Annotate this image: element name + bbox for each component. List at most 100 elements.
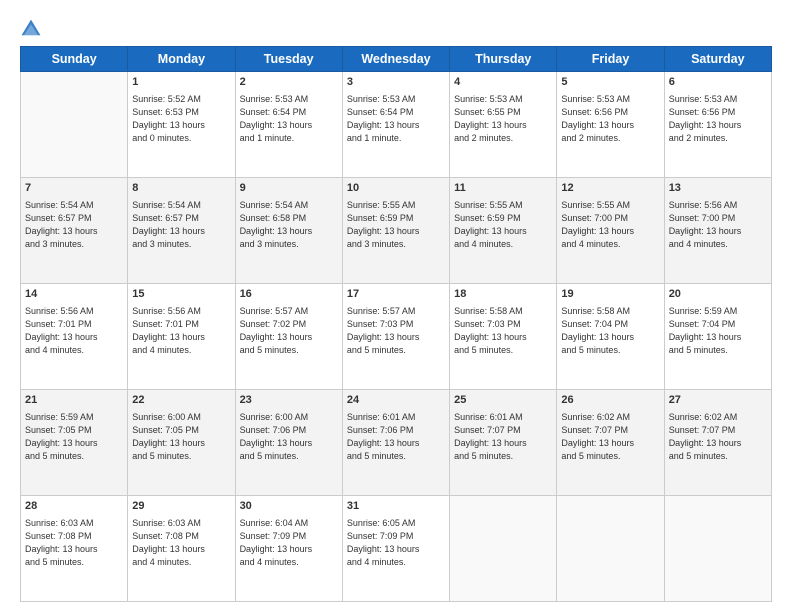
calendar: SundayMondayTuesdayWednesdayThursdayFrid…	[20, 46, 772, 602]
day-number: 6	[669, 75, 767, 91]
day-number: 16	[240, 287, 338, 303]
day-number: 17	[347, 287, 445, 303]
day-info: Sunrise: 6:04 AMSunset: 7:09 PMDaylight:…	[240, 517, 338, 569]
day-number: 9	[240, 181, 338, 197]
calendar-cell: 5 Sunrise: 5:53 AMSunset: 6:56 PMDaylight…	[557, 72, 664, 178]
day-number: 21	[25, 393, 123, 409]
day-number: 14	[25, 287, 123, 303]
day-number: 8	[132, 181, 230, 197]
day-number: 29	[132, 499, 230, 515]
day-info: Sunrise: 5:53 AMSunset: 6:54 PMDaylight:…	[240, 93, 338, 145]
calendar-cell: 23 Sunrise: 6:00 AMSunset: 7:06 PMDayligh…	[235, 390, 342, 496]
header	[20, 18, 772, 40]
day-number: 13	[669, 181, 767, 197]
day-info: Sunrise: 5:53 AMSunset: 6:56 PMDaylight:…	[561, 93, 659, 145]
day-number: 28	[25, 499, 123, 515]
day-number: 4	[454, 75, 552, 91]
header-tuesday: Tuesday	[235, 47, 342, 72]
day-info: Sunrise: 5:54 AMSunset: 6:58 PMDaylight:…	[240, 199, 338, 251]
day-number: 3	[347, 75, 445, 91]
header-monday: Monday	[128, 47, 235, 72]
logo-icon	[20, 18, 42, 40]
calendar-cell: 3 Sunrise: 5:53 AMSunset: 6:54 PMDaylight…	[342, 72, 449, 178]
day-number: 26	[561, 393, 659, 409]
day-info: Sunrise: 5:54 AMSunset: 6:57 PMDaylight:…	[25, 199, 123, 251]
day-info: Sunrise: 5:56 AMSunset: 7:00 PMDaylight:…	[669, 199, 767, 251]
day-number: 12	[561, 181, 659, 197]
calendar-week-3: 14 Sunrise: 5:56 AMSunset: 7:01 PMDayligh…	[21, 284, 772, 390]
day-info: Sunrise: 5:59 AMSunset: 7:04 PMDaylight:…	[669, 305, 767, 357]
day-info: Sunrise: 6:01 AMSunset: 7:07 PMDaylight:…	[454, 411, 552, 463]
day-info: Sunrise: 6:00 AMSunset: 7:05 PMDaylight:…	[132, 411, 230, 463]
day-number: 31	[347, 499, 445, 515]
calendar-cell: 11 Sunrise: 5:55 AMSunset: 6:59 PMDayligh…	[450, 178, 557, 284]
calendar-cell: 17 Sunrise: 5:57 AMSunset: 7:03 PMDayligh…	[342, 284, 449, 390]
day-info: Sunrise: 5:53 AMSunset: 6:55 PMDaylight:…	[454, 93, 552, 145]
day-number: 30	[240, 499, 338, 515]
logo	[20, 18, 44, 40]
day-info: Sunrise: 6:00 AMSunset: 7:06 PMDaylight:…	[240, 411, 338, 463]
calendar-cell: 16 Sunrise: 5:57 AMSunset: 7:02 PMDayligh…	[235, 284, 342, 390]
calendar-cell: 24 Sunrise: 6:01 AMSunset: 7:06 PMDayligh…	[342, 390, 449, 496]
header-friday: Friday	[557, 47, 664, 72]
calendar-header-row: SundayMondayTuesdayWednesdayThursdayFrid…	[21, 47, 772, 72]
day-info: Sunrise: 5:53 AMSunset: 6:56 PMDaylight:…	[669, 93, 767, 145]
day-info: Sunrise: 6:02 AMSunset: 7:07 PMDaylight:…	[669, 411, 767, 463]
day-info: Sunrise: 6:02 AMSunset: 7:07 PMDaylight:…	[561, 411, 659, 463]
calendar-cell: 14 Sunrise: 5:56 AMSunset: 7:01 PMDayligh…	[21, 284, 128, 390]
day-info: Sunrise: 5:57 AMSunset: 7:03 PMDaylight:…	[347, 305, 445, 357]
day-info: Sunrise: 5:59 AMSunset: 7:05 PMDaylight:…	[25, 411, 123, 463]
calendar-week-4: 21 Sunrise: 5:59 AMSunset: 7:05 PMDayligh…	[21, 390, 772, 496]
calendar-cell: 26 Sunrise: 6:02 AMSunset: 7:07 PMDayligh…	[557, 390, 664, 496]
day-info: Sunrise: 5:52 AMSunset: 6:53 PMDaylight:…	[132, 93, 230, 145]
calendar-week-2: 7 Sunrise: 5:54 AMSunset: 6:57 PMDaylight…	[21, 178, 772, 284]
calendar-cell: 6 Sunrise: 5:53 AMSunset: 6:56 PMDaylight…	[664, 72, 771, 178]
day-info: Sunrise: 6:01 AMSunset: 7:06 PMDaylight:…	[347, 411, 445, 463]
day-info: Sunrise: 5:55 AMSunset: 7:00 PMDaylight:…	[561, 199, 659, 251]
calendar-cell	[450, 496, 557, 602]
calendar-week-1: 1Sunrise: 5:52 AMSunset: 6:53 PMDaylight…	[21, 72, 772, 178]
calendar-cell: 10 Sunrise: 5:55 AMSunset: 6:59 PMDayligh…	[342, 178, 449, 284]
header-thursday: Thursday	[450, 47, 557, 72]
day-info: Sunrise: 5:57 AMSunset: 7:02 PMDaylight:…	[240, 305, 338, 357]
calendar-cell: 4 Sunrise: 5:53 AMSunset: 6:55 PMDaylight…	[450, 72, 557, 178]
calendar-week-5: 28 Sunrise: 6:03 AMSunset: 7:08 PMDayligh…	[21, 496, 772, 602]
day-info: Sunrise: 5:56 AMSunset: 7:01 PMDaylight:…	[25, 305, 123, 357]
day-info: Sunrise: 5:55 AMSunset: 6:59 PMDaylight:…	[347, 199, 445, 251]
calendar-cell: 20 Sunrise: 5:59 AMSunset: 7:04 PMDayligh…	[664, 284, 771, 390]
day-number: 7	[25, 181, 123, 197]
day-number: 15	[132, 287, 230, 303]
calendar-cell: 31 Sunrise: 6:05 AMSunset: 7:09 PMDayligh…	[342, 496, 449, 602]
day-info: Sunrise: 5:54 AMSunset: 6:57 PMDaylight:…	[132, 199, 230, 251]
day-number: 24	[347, 393, 445, 409]
day-number: 5	[561, 75, 659, 91]
calendar-cell: 15Sunrise: 5:56 AMSunset: 7:01 PMDayligh…	[128, 284, 235, 390]
day-number: 20	[669, 287, 767, 303]
day-info: Sunrise: 6:05 AMSunset: 7:09 PMDaylight:…	[347, 517, 445, 569]
calendar-cell: 7 Sunrise: 5:54 AMSunset: 6:57 PMDaylight…	[21, 178, 128, 284]
calendar-cell: 27Sunrise: 6:02 AMSunset: 7:07 PMDayligh…	[664, 390, 771, 496]
day-number: 19	[561, 287, 659, 303]
day-number: 11	[454, 181, 552, 197]
calendar-cell: 28 Sunrise: 6:03 AMSunset: 7:08 PMDayligh…	[21, 496, 128, 602]
calendar-cell	[557, 496, 664, 602]
day-number: 2	[240, 75, 338, 91]
page: SundayMondayTuesdayWednesdayThursdayFrid…	[0, 0, 792, 612]
calendar-cell: 2 Sunrise: 5:53 AMSunset: 6:54 PMDaylight…	[235, 72, 342, 178]
day-info: Sunrise: 5:53 AMSunset: 6:54 PMDaylight:…	[347, 93, 445, 145]
calendar-cell: 29Sunrise: 6:03 AMSunset: 7:08 PMDayligh…	[128, 496, 235, 602]
calendar-cell: 30 Sunrise: 6:04 AMSunset: 7:09 PMDayligh…	[235, 496, 342, 602]
calendar-cell: 21 Sunrise: 5:59 AMSunset: 7:05 PMDayligh…	[21, 390, 128, 496]
calendar-cell: 8 Sunrise: 5:54 AMSunset: 6:57 PMDaylight…	[128, 178, 235, 284]
day-info: Sunrise: 6:03 AMSunset: 7:08 PMDaylight:…	[25, 517, 123, 569]
header-sunday: Sunday	[21, 47, 128, 72]
calendar-cell: 1Sunrise: 5:52 AMSunset: 6:53 PMDaylight…	[128, 72, 235, 178]
day-number: 18	[454, 287, 552, 303]
day-info: Sunrise: 5:55 AMSunset: 6:59 PMDaylight:…	[454, 199, 552, 251]
day-number: 10	[347, 181, 445, 197]
day-number: 23	[240, 393, 338, 409]
header-wednesday: Wednesday	[342, 47, 449, 72]
calendar-cell	[21, 72, 128, 178]
day-info: Sunrise: 5:58 AMSunset: 7:03 PMDaylight:…	[454, 305, 552, 357]
calendar-cell: 19Sunrise: 5:58 AMSunset: 7:04 PMDayligh…	[557, 284, 664, 390]
